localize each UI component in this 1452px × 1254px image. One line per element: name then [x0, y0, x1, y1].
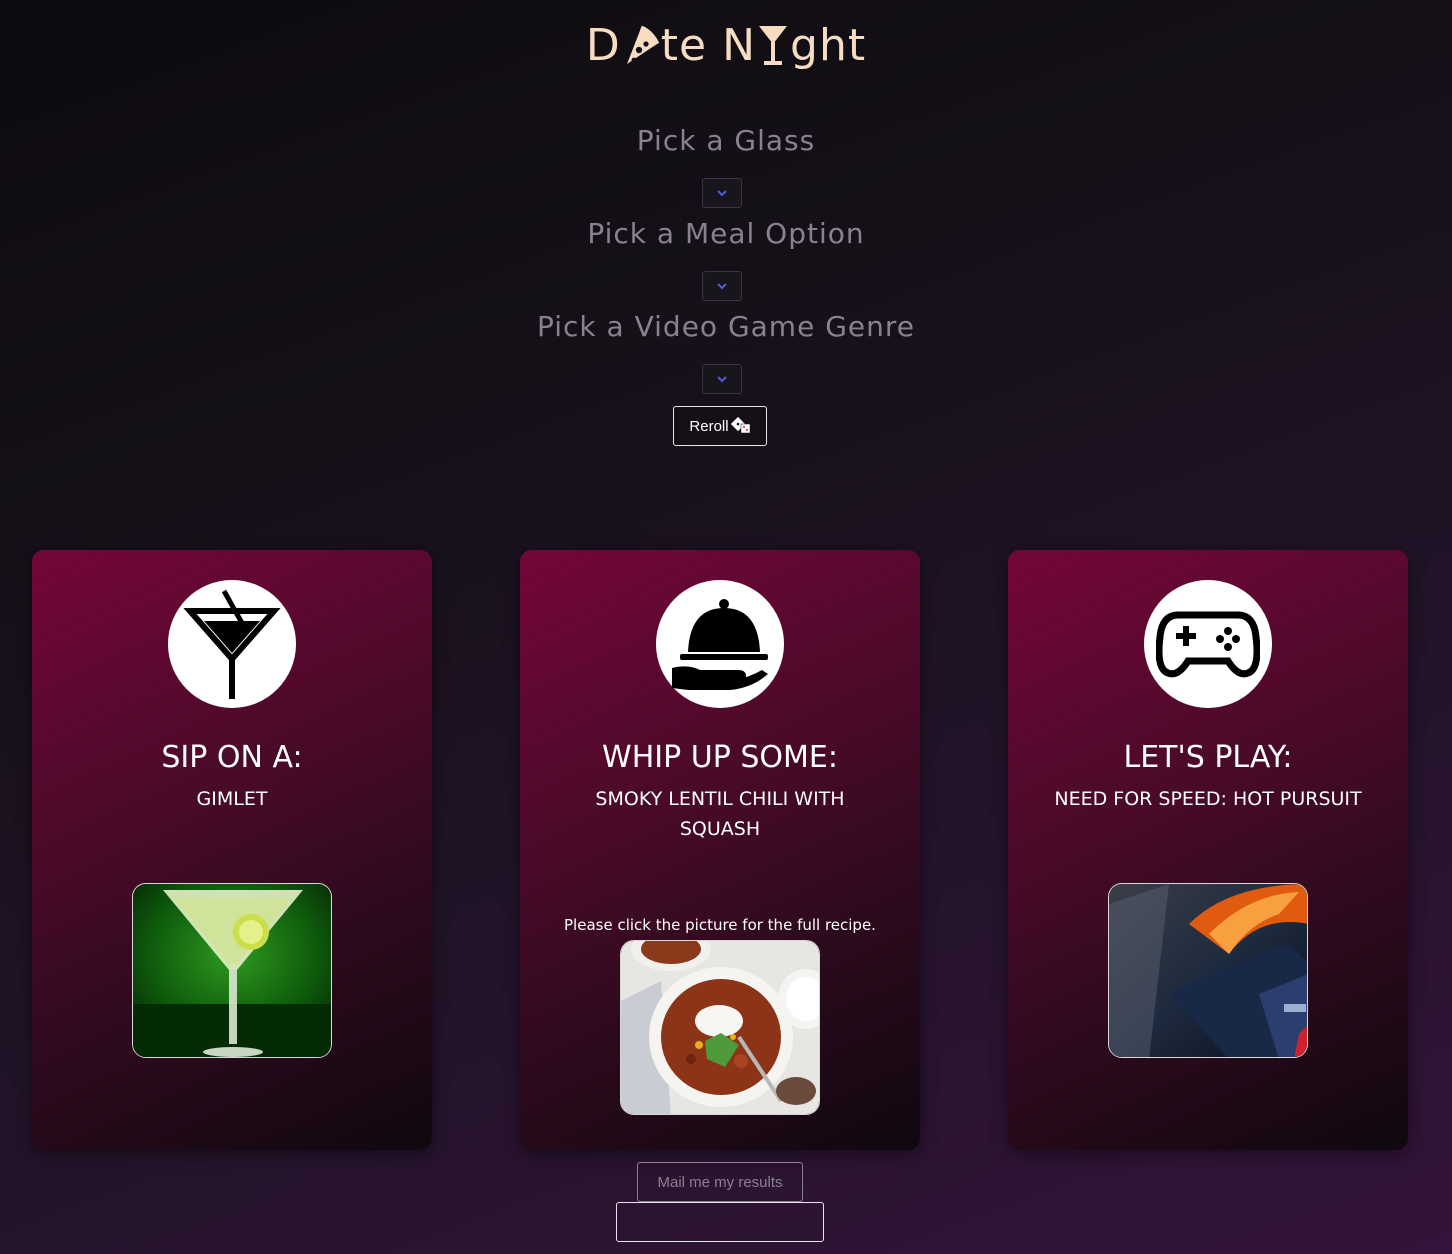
- reroll-label: Reroll: [689, 417, 729, 435]
- reroll-button[interactable]: Reroll: [673, 406, 767, 446]
- pizza-slice-icon: [626, 25, 660, 64]
- drink-photo[interactable]: [132, 883, 332, 1058]
- meal-heading: WHIP UP SOME:: [602, 740, 838, 775]
- cocktail-glass-icon: [759, 26, 788, 65]
- gimlet-cocktail-image: [133, 884, 331, 1057]
- drink-heading: SIP ON A:: [161, 740, 303, 775]
- game-controller-icon: [1156, 611, 1260, 678]
- chevron-down-icon: [717, 376, 727, 383]
- racing-game-image: [1109, 884, 1307, 1057]
- meal-dropdown[interactable]: [702, 271, 742, 301]
- meal-photo[interactable]: [620, 940, 820, 1115]
- meal-name: SMOKY LENTIL CHILI WITH SQUASH: [595, 788, 845, 840]
- game-genre-dropdown[interactable]: [702, 364, 742, 394]
- pick-glass-label: Pick a Glass: [636, 124, 816, 157]
- meal-icon-circle: [656, 580, 784, 708]
- drink-card: SIP ON A: GIMLET: [32, 550, 432, 1150]
- pick-meal-label: Pick a Meal Option: [587, 217, 865, 250]
- dice-icon: [730, 417, 750, 434]
- title-part-1: D: [585, 19, 621, 71]
- game-photo[interactable]: [1108, 883, 1308, 1058]
- chevron-down-icon: [717, 190, 727, 197]
- game-card: LET'S PLAY: NEED FOR SPEED: HOT PURSUIT: [1008, 550, 1408, 1150]
- recipe-note: Please click the picture for the full re…: [564, 916, 876, 934]
- game-heading: LET'S PLAY:: [1123, 740, 1293, 775]
- serving-cloche-icon: [672, 599, 768, 690]
- game-name: NEED FOR SPEED: HOT PURSUIT: [1054, 788, 1362, 810]
- title-part-3: ght: [790, 19, 867, 71]
- game-icon-circle: [1144, 580, 1272, 708]
- martini-glass-icon: [183, 589, 281, 699]
- mail-results-button[interactable]: Mail me my results: [637, 1162, 803, 1202]
- title-part-2: te N: [660, 19, 757, 71]
- drink-name: GIMLET: [196, 788, 268, 810]
- drink-icon-circle: [168, 580, 296, 708]
- email-field[interactable]: [616, 1202, 824, 1242]
- pick-game-genre-label: Pick a Video Game Genre: [536, 310, 916, 343]
- meal-card: WHIP UP SOME: SMOKY LENTIL CHILI WITH SQ…: [520, 550, 920, 1150]
- chevron-down-icon: [717, 283, 727, 290]
- lentil-chili-image: [621, 941, 819, 1114]
- app-title: D te N ght: [0, 14, 1452, 76]
- glass-dropdown[interactable]: [702, 178, 742, 208]
